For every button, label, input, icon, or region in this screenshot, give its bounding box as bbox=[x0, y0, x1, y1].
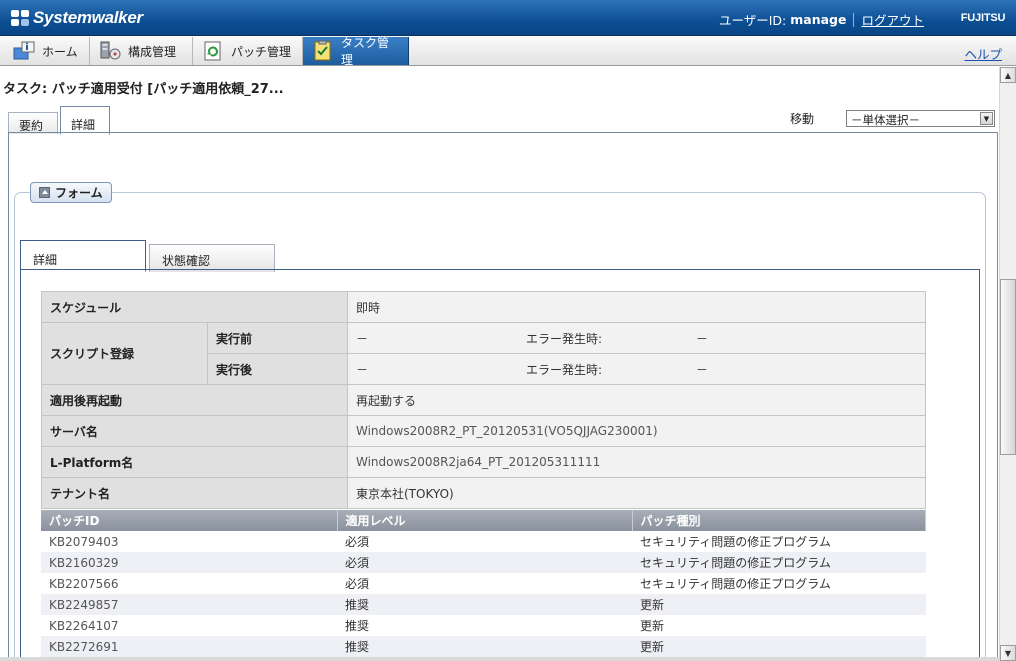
tenant-label: テナント名 bbox=[41, 477, 348, 509]
post-error-value: － bbox=[696, 362, 709, 377]
app-header: Systemwalker ユーザーID: manage ログアウト FUJITS… bbox=[0, 0, 1016, 36]
lplatform-label: L-Platform名 bbox=[41, 446, 348, 478]
systemwalker-logo-icon bbox=[10, 9, 30, 27]
form-collapse-toggle[interactable]: フォーム bbox=[30, 182, 112, 203]
tenant-value: 東京本社(TOKYO) bbox=[347, 477, 926, 509]
nav-label-config: 構成管理 bbox=[128, 44, 177, 59]
fujitsu-logo: FUJITSU bbox=[957, 7, 1009, 29]
patch-level: 必須 bbox=[337, 531, 632, 552]
post-value: － bbox=[356, 362, 369, 377]
nav-item-config[interactable]: 構成管理 bbox=[90, 37, 193, 65]
pre-values: － エラー発生時: － bbox=[347, 322, 926, 354]
server-config-icon bbox=[98, 40, 122, 62]
reboot-label: 適用後再起動 bbox=[41, 384, 348, 416]
user-info: ユーザーID: manage ログアウト bbox=[719, 10, 924, 29]
logout-link[interactable]: ログアウト bbox=[861, 10, 924, 29]
nav-label-patch: パッチ管理 bbox=[231, 44, 292, 59]
post-error-label: エラー発生時: bbox=[526, 362, 603, 377]
collapse-icon bbox=[39, 187, 50, 198]
patch-level: 必須 bbox=[337, 552, 632, 573]
pre-label: 実行前 bbox=[207, 322, 348, 354]
table-row: KB2079403 必須 セキュリティ問題の修正プログラム bbox=[41, 531, 926, 552]
post-values: － エラー発生時: － bbox=[347, 353, 926, 385]
detail-row-reboot: 適用後再起動 再起動する bbox=[41, 384, 926, 416]
nav-item-patch[interactable]: パッチ管理 bbox=[193, 37, 303, 65]
main-nav: ホーム 構成管理 パッチ管理 タスク管理 ヘルプ bbox=[0, 36, 1016, 67]
table-row: KB2272691 推奨 更新 bbox=[41, 636, 926, 657]
patch-table: パッチID 適用レベル パッチ種別 KB2079403 必須 セキュリティ問題の… bbox=[41, 510, 926, 657]
col-patch-id[interactable]: パッチID bbox=[41, 510, 338, 531]
detail-table: スケジュール 即時 スクリプト登録 実行前 － エラー発生時: － 実行後 － … bbox=[41, 291, 926, 509]
page-title: タスク: パッチ適用受付 [パッチ適用依頼_27... bbox=[3, 82, 284, 97]
lplatform-value: Windows2008R2ja64_PT_201205311111 bbox=[347, 446, 926, 478]
vendor-logo-text: FUJITSU bbox=[960, 12, 1006, 24]
detail-row-schedule: スケジュール 即時 bbox=[41, 291, 926, 323]
tab-summary[interactable]: 要約 bbox=[8, 112, 58, 134]
col-level[interactable]: 適用レベル bbox=[337, 510, 633, 531]
nav-item-home[interactable]: ホーム bbox=[4, 37, 90, 65]
form-legend-label: フォーム bbox=[55, 186, 103, 200]
schedule-value: 即時 bbox=[347, 291, 926, 323]
detail-row-server: サーバ名 Windows2008R2_PT_20120531(VO5QJJAG2… bbox=[41, 415, 926, 447]
move-select-value: －単体選択－ bbox=[851, 113, 920, 127]
patch-level: 推奨 bbox=[337, 594, 632, 615]
table-row: KB2264107 推奨 更新 bbox=[41, 615, 926, 636]
patch-level: 必須 bbox=[337, 573, 632, 594]
patch-id: KB2272691 bbox=[41, 636, 337, 657]
tab-form-detail[interactable]: 詳細 bbox=[20, 240, 146, 272]
patch-icon bbox=[201, 40, 225, 62]
move-label: 移動 bbox=[790, 112, 815, 126]
table-row: KB2249857 推奨 更新 bbox=[41, 594, 926, 615]
detail-row-script-pre: スクリプト登録 実行前 － エラー発生時: － bbox=[41, 322, 926, 385]
user-id-label: ユーザーID: bbox=[718, 13, 787, 28]
bottom-edge bbox=[0, 657, 1000, 661]
server-value: Windows2008R2_PT_20120531(VO5QJJAG230001… bbox=[347, 415, 926, 447]
user-id-value: manage bbox=[790, 12, 847, 27]
patch-id: KB2079403 bbox=[41, 531, 337, 552]
task-icon bbox=[311, 40, 335, 62]
move-select[interactable]: －単体選択－ ▼ bbox=[846, 110, 995, 127]
schedule-label: スケジュール bbox=[41, 291, 348, 323]
nav-label-home: ホーム bbox=[42, 44, 78, 59]
nav-label-task: タスク管理 bbox=[341, 36, 390, 67]
patch-table-header: パッチID 適用レベル パッチ種別 bbox=[41, 510, 926, 531]
detail-row-lplatform: L-Platform名 Windows2008R2ja64_PT_2012053… bbox=[41, 446, 926, 478]
table-row: KB2207566 必須 セキュリティ問題の修正プログラム bbox=[41, 573, 926, 594]
reboot-value: 再起動する bbox=[347, 384, 926, 416]
tab-detail[interactable]: 詳細 bbox=[60, 106, 110, 135]
patch-type: 更新 bbox=[632, 615, 926, 636]
table-row: KB2160329 必須 セキュリティ問題の修正プログラム bbox=[41, 552, 926, 573]
brand-logo: Systemwalker bbox=[10, 7, 143, 29]
patch-type: セキュリティ問題の修正プログラム bbox=[632, 531, 926, 552]
post-label: 実行後 bbox=[207, 353, 348, 385]
patch-level: 推奨 bbox=[337, 636, 632, 657]
patch-id: KB2264107 bbox=[41, 615, 337, 636]
scrollbar-thumb[interactable] bbox=[1000, 279, 1016, 455]
pre-error-label: エラー発生時: bbox=[526, 331, 603, 346]
scroll-up-icon[interactable]: ▲ bbox=[1000, 67, 1016, 83]
home-icon bbox=[12, 40, 36, 62]
patch-id: KB2160329 bbox=[41, 552, 337, 573]
detail-row-tenant: テナント名 東京本社(TOKYO) bbox=[41, 477, 926, 509]
patch-type: 更新 bbox=[632, 636, 926, 657]
patch-type: セキュリティ問題の修正プログラム bbox=[632, 552, 926, 573]
header-divider bbox=[853, 12, 855, 27]
script-label: スクリプト登録 bbox=[41, 322, 208, 385]
server-label: サーバ名 bbox=[41, 415, 348, 447]
pre-value: － bbox=[356, 331, 369, 346]
chevron-down-icon[interactable]: ▼ bbox=[980, 112, 993, 125]
patch-id: KB2207566 bbox=[41, 573, 337, 594]
help-link[interactable]: ヘルプ bbox=[964, 44, 1002, 63]
patch-id: KB2249857 bbox=[41, 594, 337, 615]
patch-level: 推奨 bbox=[337, 615, 632, 636]
scroll-down-icon[interactable]: ▼ bbox=[1000, 645, 1016, 661]
patch-type: セキュリティ問題の修正プログラム bbox=[632, 573, 926, 594]
tab-form-status[interactable]: 状態確認 bbox=[149, 244, 275, 272]
patch-type: 更新 bbox=[632, 594, 926, 615]
vertical-scrollbar[interactable]: ▲ ▼ bbox=[999, 67, 1016, 661]
pre-error-value: － bbox=[696, 331, 709, 346]
col-type[interactable]: パッチ種別 bbox=[632, 510, 926, 531]
nav-item-task[interactable]: タスク管理 bbox=[303, 36, 409, 67]
brand-name: Systemwalker bbox=[33, 8, 143, 27]
